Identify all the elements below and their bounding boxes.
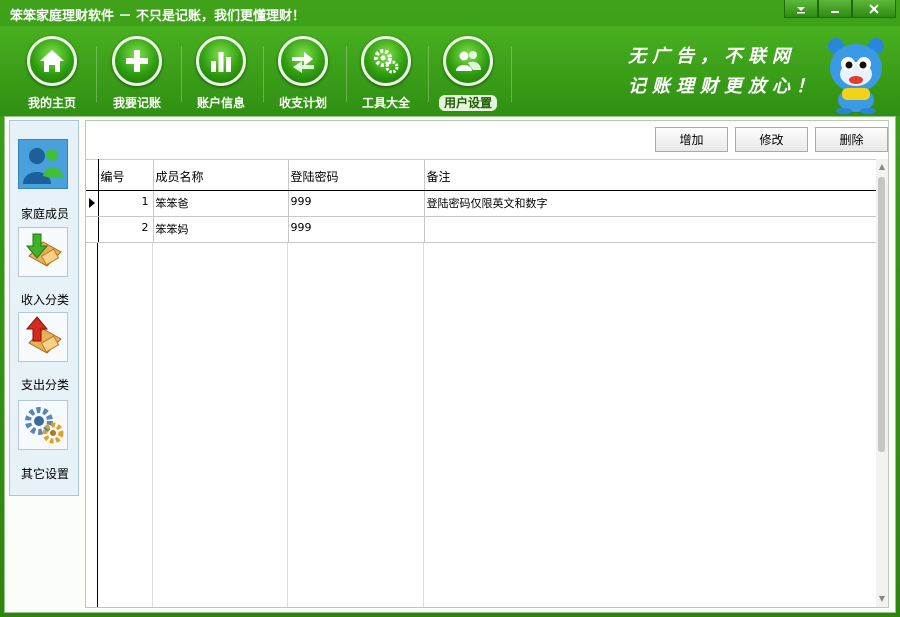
scroll-down-arrow-icon[interactable]: ▼ <box>876 593 888 605</box>
slogan-line-2: 记账理财更放心！ <box>628 76 820 97</box>
maximize-button[interactable] <box>818 0 852 18</box>
current-row-arrow-icon <box>89 198 95 208</box>
toolbar-divider <box>511 46 512 102</box>
toolbar-label: 我的主页 <box>27 96 76 110</box>
cell-name[interactable]: 笨笨爸 <box>153 190 289 217</box>
bar-chart-icon <box>211 52 231 72</box>
column-header-id[interactable]: 编号 <box>98 159 154 191</box>
toolbar-home[interactable]: 我的主页 <box>12 36 92 116</box>
family-members-icon <box>23 148 63 184</box>
edit-button[interactable]: 修改 <box>735 127 808 152</box>
exchange-icon <box>292 52 314 73</box>
cell-password[interactable]: 999 <box>288 190 425 217</box>
toolbar-label: 我要记账 <box>112 96 161 110</box>
row-indicator <box>86 216 99 243</box>
cell-password[interactable]: 999 <box>288 216 425 243</box>
sidebar-item-label: 支出分类 <box>20 378 69 392</box>
title-bar: 笨笨家庭理财软件 － 不只是记账，我们更懂理财！ <box>0 0 900 26</box>
toolbar-label: 工具大全 <box>361 96 410 110</box>
members-table: 编号 成员名称 登陆密码 备注 1 笨笨爸 999 登陆密码仅限英文和数字 2 … <box>86 159 877 607</box>
vertical-scrollbar[interactable]: ▲ ▼ <box>876 159 888 607</box>
minimize-icon <box>797 6 805 13</box>
app-window: 笨笨家庭理财软件 － 不只是记账，我们更懂理财！ 我的主页 我要记账 账户信息 <box>0 0 900 617</box>
row-indicator <box>86 190 99 217</box>
add-button[interactable]: 增加 <box>655 127 728 152</box>
toolbar-budget-plan[interactable]: 收支计划 <box>263 36 343 116</box>
column-header-name[interactable]: 成员名称 <box>153 159 289 191</box>
scroll-up-arrow-icon[interactable]: ▲ <box>876 161 888 173</box>
settings-sidebar: 家庭成员 收入分类 支出分类 其它设置 <box>9 120 79 496</box>
column-header-note[interactable]: 备注 <box>424 159 877 191</box>
gears-icon <box>374 49 399 74</box>
home-icon <box>40 50 64 72</box>
scrollbar-thumb[interactable] <box>878 177 885 452</box>
mascot-logo <box>828 38 884 114</box>
column-header-password[interactable]: 登陆密码 <box>288 159 425 191</box>
cell-note[interactable] <box>424 216 877 243</box>
window-title: 笨笨家庭理财软件 － 不只是记账，我们更懂理财！ <box>10 9 306 24</box>
minimize-bar-icon <box>831 10 839 13</box>
toolbar-account-info[interactable]: 账户信息 <box>181 36 261 116</box>
minimize-button[interactable] <box>784 0 818 18</box>
content-area: 家庭成员 收入分类 支出分类 其它设置 增加 修改 删除 编号 成员名称 登陆密… <box>4 116 896 613</box>
cell-name[interactable]: 笨笨妈 <box>153 216 289 243</box>
table-header-row: 编号 成员名称 登陆密码 备注 <box>86 159 877 191</box>
other-settings-icon <box>25 407 64 444</box>
toolbar-label: 收支计划 <box>278 96 327 110</box>
sidebar-item-label: 其它设置 <box>20 467 69 481</box>
toolbar-bookkeeping[interactable]: 我要记账 <box>97 36 177 116</box>
main-toolbar: 我的主页 我要记账 账户信息 收支计划 工具大全 用户设置 无广告，不联网 记账… <box>0 26 900 116</box>
action-bar: 增加 修改 删除 <box>648 127 888 152</box>
slogan: 无广告，不联网 记账理财更放心！ <box>628 42 820 102</box>
cell-id[interactable]: 1 <box>98 190 154 217</box>
income-category-icon <box>25 233 62 267</box>
toolbar-user-settings[interactable]: 用户设置 <box>428 36 508 116</box>
row-indicator-header <box>86 159 99 191</box>
close-icon <box>869 3 879 14</box>
plus-icon <box>126 50 148 72</box>
close-button[interactable] <box>852 0 896 18</box>
toolbar-label: 账户信息 <box>196 96 245 110</box>
users-icon <box>456 51 481 71</box>
toolbar-tools[interactable]: 工具大全 <box>346 36 426 116</box>
members-panel: 增加 修改 删除 编号 成员名称 登陆密码 备注 1 笨笨爸 999 登陆密码仅… <box>85 120 889 608</box>
expense-category-icon <box>25 316 62 354</box>
cell-id[interactable]: 2 <box>98 216 154 243</box>
slogan-line-1: 无广告，不联网 <box>628 46 796 67</box>
empty-grid-area <box>86 243 876 607</box>
window-controls <box>784 0 896 18</box>
delete-button[interactable]: 删除 <box>815 127 888 152</box>
sidebar-item-label: 收入分类 <box>20 293 69 307</box>
sidebar-item-label: 家庭成员 <box>20 207 69 221</box>
cell-note[interactable]: 登陆密码仅限英文和数字 <box>424 190 877 217</box>
toolbar-label: 用户设置 <box>438 95 497 111</box>
table-row[interactable]: 1 笨笨爸 999 登陆密码仅限英文和数字 <box>86 190 877 217</box>
table-row[interactable]: 2 笨笨妈 999 <box>86 216 877 243</box>
